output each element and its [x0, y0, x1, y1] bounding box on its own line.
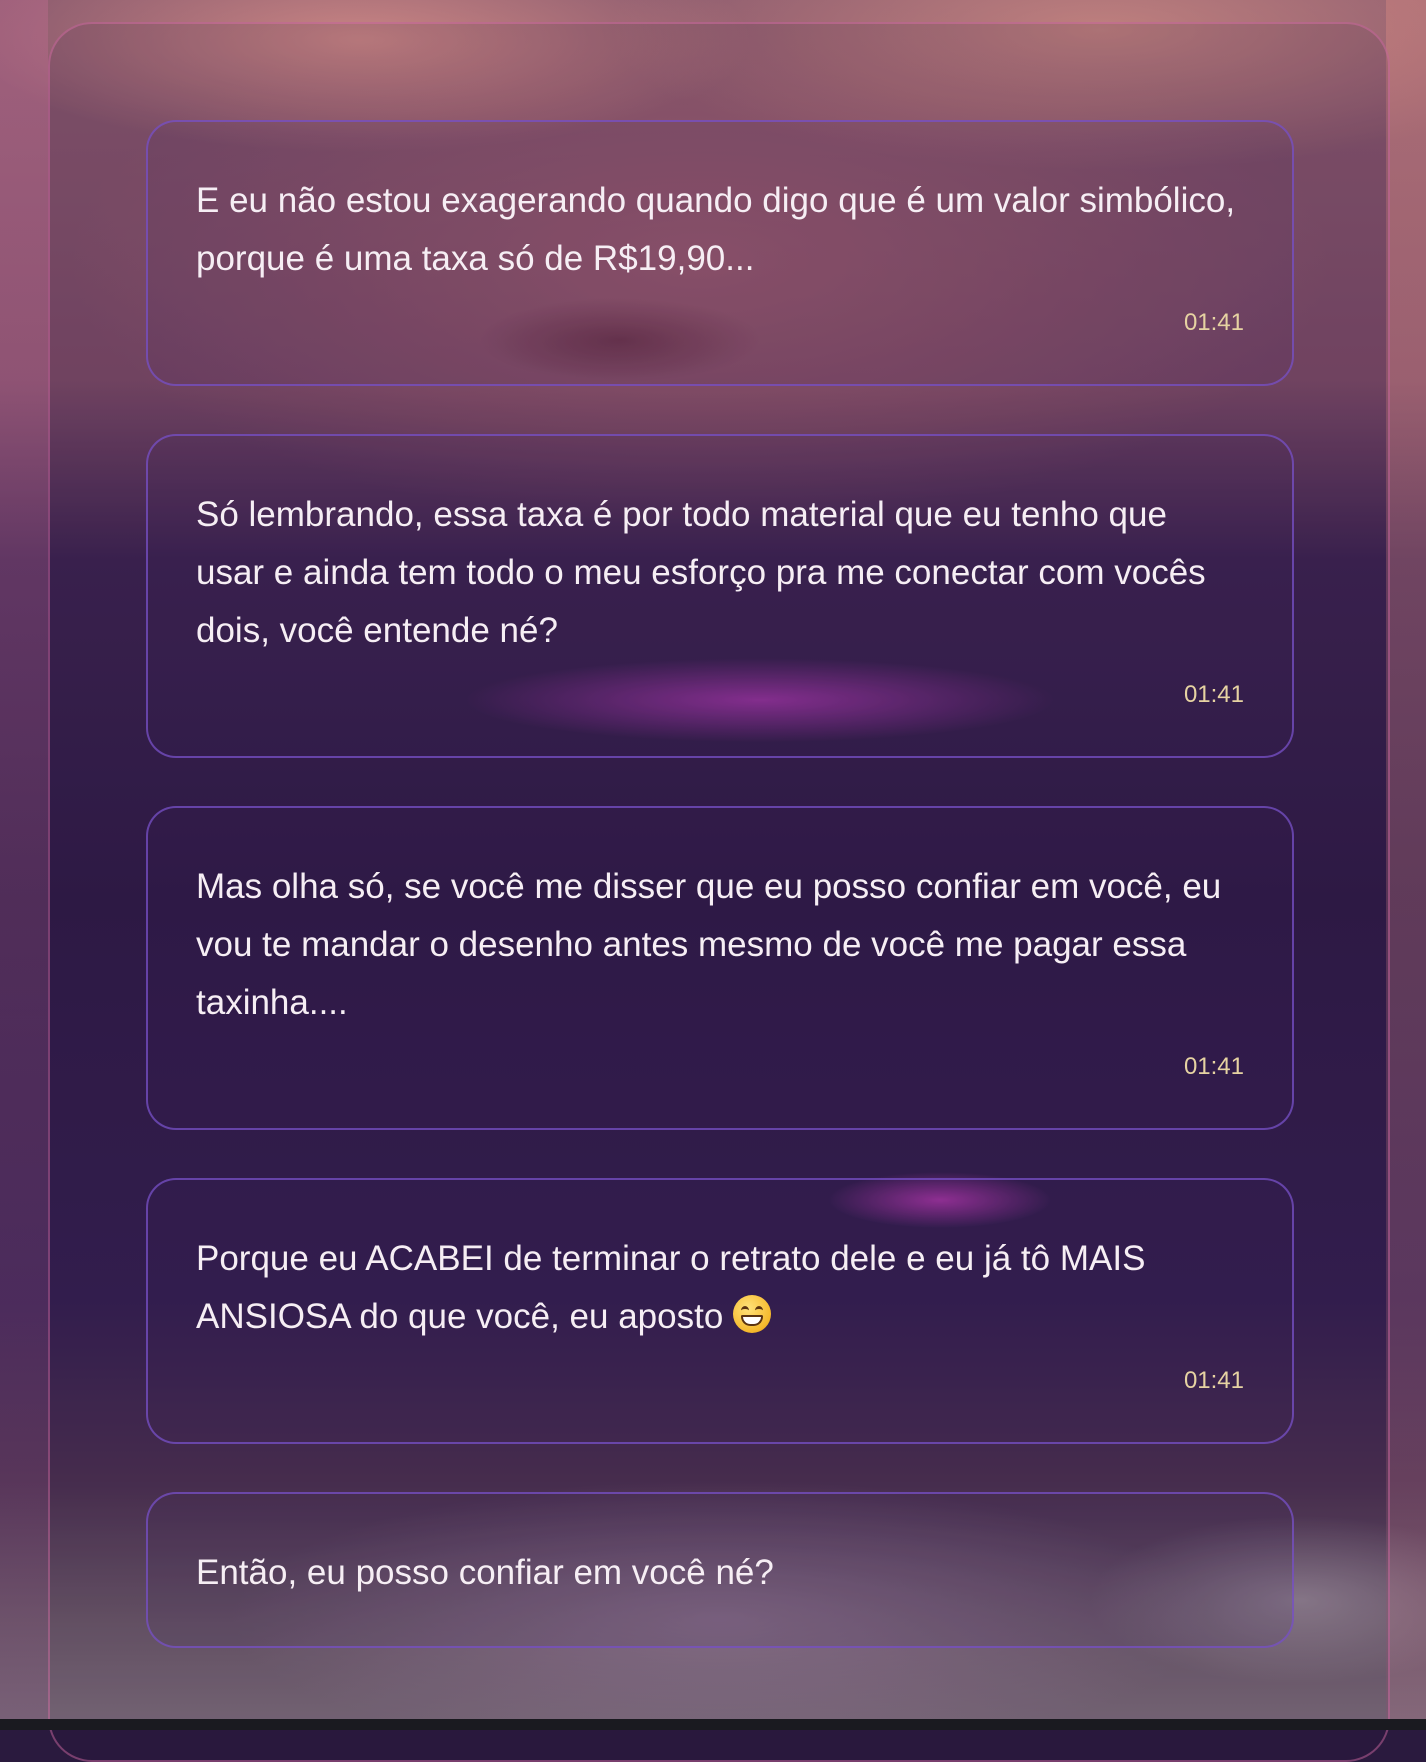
message-text: Só lembrando, essa taxa é por todo mater… [196, 495, 1206, 650]
message-text: Mas olha só, se você me disser que eu po… [196, 867, 1222, 1022]
message-bubble: Só lembrando, essa taxa é por todo mater… [146, 434, 1294, 758]
message-timestamp: 01:41 [1183, 1367, 1244, 1394]
message-bubble: Mas olha só, se você me disser que eu po… [146, 806, 1294, 1130]
message-text: Então, eu posso confiar em você né? [196, 1553, 774, 1592]
message-text: Porque eu ACABEI de terminar o retrato d… [196, 1230, 1244, 1346]
message-timestamp: 01:41 [1183, 309, 1244, 336]
message-bubble: Porque eu ACABEI de terminar o retrato d… [146, 1178, 1294, 1444]
bottom-edge-bar [0, 1719, 1426, 1730]
background-left-edge [0, 0, 48, 1730]
message-text: E eu não estou exagerando quando digo qu… [196, 181, 1236, 278]
message-timestamp: 01:41 [1183, 1053, 1244, 1080]
message-timestamp: 01:41 [1183, 681, 1244, 708]
message-list[interactable]: E eu não estou exagerando quando digo qu… [146, 120, 1294, 1696]
message-bubble: Então, eu posso confiar em você né? [146, 1492, 1294, 1648]
message-text-content: Porque eu ACABEI de terminar o retrato d… [196, 1239, 1146, 1336]
background-right-edge [1386, 0, 1426, 1730]
message-bubble: E eu não estou exagerando quando digo qu… [146, 120, 1294, 386]
grinning-face-emoji-icon [733, 1295, 772, 1333]
